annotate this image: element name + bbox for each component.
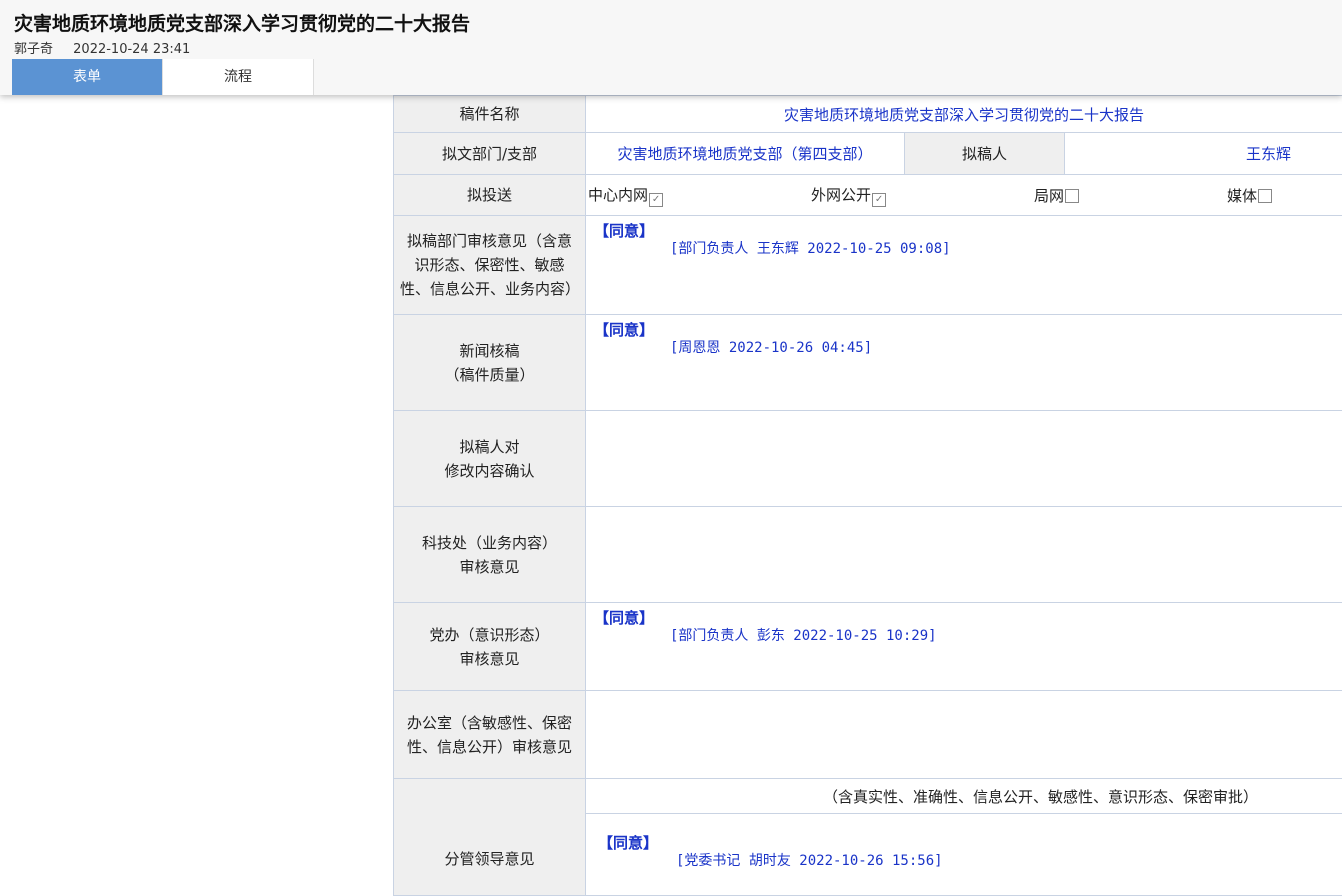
news-review-label: 新闻核稿 （稿件质量） (394, 315, 586, 411)
manuscript-name-value: 灾害地质环境地质党支部深入学习贯彻党的二十大报告 (586, 96, 1342, 133)
row-author-confirm: 拟稿人对 修改内容确认 (394, 411, 1342, 507)
department-label: 拟文部门/支部 (394, 133, 586, 175)
approval-form: 稿件名称 灾害地质环境地质党支部深入学习贯彻党的二十大报告 拟文部门/支部 灾害… (393, 95, 1342, 896)
leader-note: （含真实性、准确性、信息公开、敏感性、意识形态、保密审批） (586, 779, 1342, 814)
leader-agree: 【同意】 (598, 832, 658, 853)
tab-bar: 表单 流程 (12, 59, 314, 95)
document-meta: 郭子奇 2022-10-24 23:41 (14, 38, 190, 57)
page-title: 灾害地质环境地质党支部深入学习贯彻党的二十大报告 (14, 9, 470, 36)
news-review-agree: 【同意】 (594, 319, 654, 340)
send-option-bureau-label: 局网 (1034, 187, 1064, 205)
send-option-intranet-label: 中心内网 (588, 186, 648, 204)
row-tech-review: 科技处（业务内容） 审核意见 (394, 507, 1342, 603)
leader-signature: [党委书记 胡时友 2022-10-26 15:56] (676, 850, 943, 870)
dept-review-agree: 【同意】 (594, 220, 654, 241)
author-confirm-opinion (586, 411, 1342, 507)
send-options: 中心内网✓ 外网公开✓ 局网 媒体 (586, 175, 1342, 216)
document-header: 灾害地质环境地质党支部深入学习贯彻党的二十大报告 郭子奇 2022-10-24 … (0, 0, 1342, 95)
row-leader-note: 分管领导意见 （含真实性、准确性、信息公开、敏感性、意识形态、保密审批） (394, 779, 1342, 814)
tech-review-label: 科技处（业务内容） 审核意见 (394, 507, 586, 603)
send-label: 拟投送 (394, 175, 586, 216)
news-review-label-line2: （稿件质量） (394, 363, 585, 387)
row-send-targets: 拟投送 中心内网✓ 外网公开✓ 局网 媒体 (394, 175, 1342, 216)
author-value: 王东辉 (1065, 133, 1342, 175)
send-option-media-label: 媒体 (1227, 187, 1257, 205)
send-option-intranet: 中心内网✓ (588, 184, 663, 207)
manuscript-name-label: 稿件名称 (394, 96, 586, 133)
tab-flow[interactable]: 流程 (163, 59, 314, 95)
office-review-opinion (586, 691, 1342, 779)
send-option-public: 外网公开✓ (811, 184, 886, 207)
leader-label: 分管领导意见 (394, 779, 586, 896)
department-value: 灾害地质环境地质党支部（第四支部） (586, 133, 905, 175)
party-review-agree: 【同意】 (594, 607, 654, 628)
author-confirm-label-line1: 拟稿人对 (394, 435, 585, 459)
dept-review-signature: [部门负责人 王东辉 2022-10-25 09:08] (670, 238, 951, 258)
send-option-media: 媒体 (1227, 185, 1272, 206)
dept-review-label: 拟稿部门审核意见（含意识形态、保密性、敏感性、信息公开、业务内容） (394, 216, 586, 315)
author-name: 郭子奇 (14, 42, 53, 57)
send-option-public-label: 外网公开 (811, 186, 871, 204)
office-review-label: 办公室（含敏感性、保密性、信息公开）审核意见 (394, 691, 586, 779)
intranet-checkbox[interactable]: ✓ (649, 193, 663, 207)
author-confirm-label-line2: 修改内容确认 (394, 459, 585, 483)
row-news-review: 新闻核稿 （稿件质量） 【同意】 [周恩恩 2022-10-26 04:45] (394, 315, 1342, 411)
tech-review-opinion (586, 507, 1342, 603)
created-date: 2022-10-24 23:41 (73, 42, 190, 57)
public-checkbox[interactable]: ✓ (872, 193, 886, 207)
party-review-label: 党办（意识形态） 审核意见 (394, 603, 586, 691)
row-department: 拟文部门/支部 灾害地质环境地质党支部（第四支部） 拟稿人 王东辉 (394, 133, 1342, 175)
leader-opinion: 【同意】 [党委书记 胡时友 2022-10-26 15:56] (586, 814, 1342, 896)
news-review-signature: [周恩恩 2022-10-26 04:45] (670, 337, 872, 357)
party-review-opinion: 【同意】 [部门负责人 彭东 2022-10-25 10:29] (586, 603, 1342, 691)
row-office-review: 办公室（含敏感性、保密性、信息公开）审核意见 (394, 691, 1342, 779)
send-option-bureau: 局网 (1034, 185, 1079, 206)
media-checkbox[interactable] (1258, 189, 1272, 203)
row-dept-review: 拟稿部门审核意见（含意识形态、保密性、敏感性、信息公开、业务内容） 【同意】 [… (394, 216, 1342, 315)
tech-review-label-line1: 科技处（业务内容） (394, 531, 585, 555)
tech-review-label-line2: 审核意见 (394, 555, 585, 579)
row-party-review: 党办（意识形态） 审核意见 【同意】 [部门负责人 彭东 2022-10-25 … (394, 603, 1342, 691)
dept-review-opinion: 【同意】 [部门负责人 王东辉 2022-10-25 09:08] (586, 216, 1342, 315)
bureau-checkbox[interactable] (1065, 189, 1079, 203)
news-review-opinion: 【同意】 [周恩恩 2022-10-26 04:45] (586, 315, 1342, 411)
row-manuscript-name: 稿件名称 灾害地质环境地质党支部深入学习贯彻党的二十大报告 (394, 96, 1342, 133)
author-confirm-label: 拟稿人对 修改内容确认 (394, 411, 586, 507)
author-label: 拟稿人 (905, 133, 1065, 175)
tab-form[interactable]: 表单 (12, 59, 163, 95)
party-review-label-line1: 党办（意识形态） (394, 623, 585, 647)
party-review-label-line2: 审核意见 (394, 647, 585, 671)
party-review-signature: [部门负责人 彭东 2022-10-25 10:29] (670, 625, 937, 645)
news-review-label-line1: 新闻核稿 (394, 339, 585, 363)
